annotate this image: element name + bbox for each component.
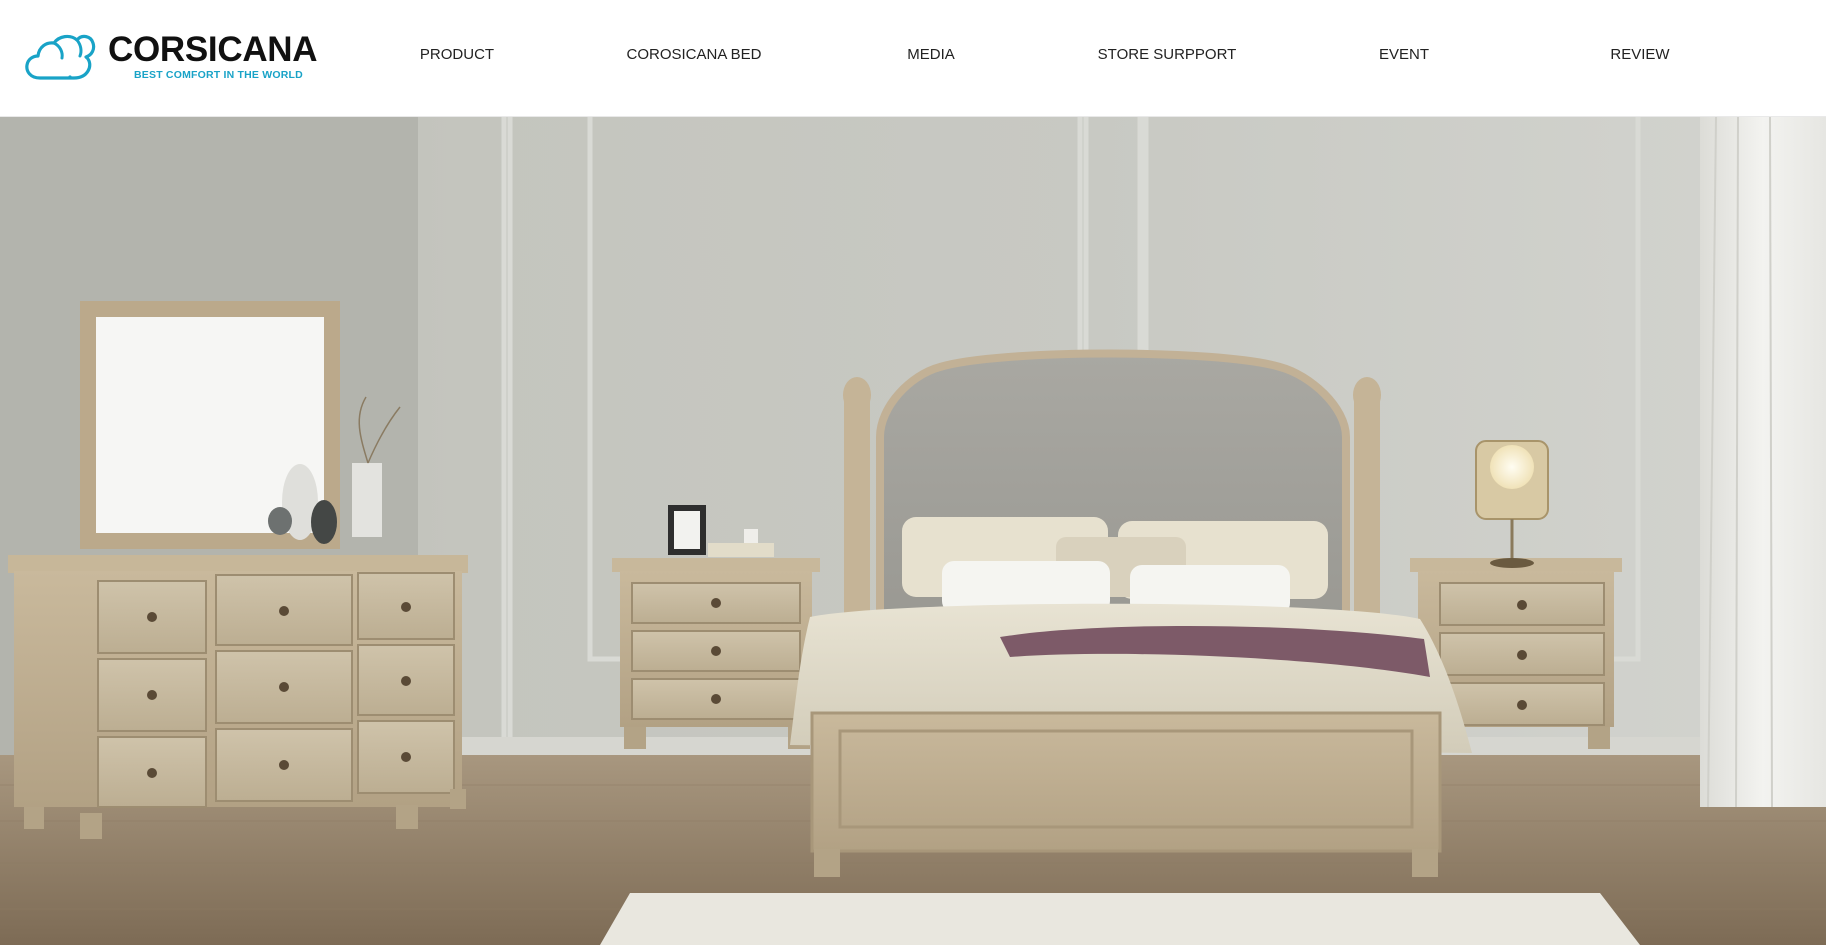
brand-logo[interactable]: CORSICANA BEST COMFORT IN THE WORLD <box>24 28 318 86</box>
brand-name: CORSICANA <box>108 30 318 69</box>
nav-item-product[interactable]: PRODUCT <box>420 46 494 64</box>
brand-tagline: BEST COMFORT IN THE WORLD <box>134 69 303 81</box>
nav-item-event[interactable]: EVENT <box>1379 46 1429 64</box>
site-header: CORSICANA BEST COMFORT IN THE WORLD PROD… <box>0 0 1826 117</box>
nav-item-review[interactable]: REVIEW <box>1610 46 1669 64</box>
nav-item-media[interactable]: MEDIA <box>907 46 955 64</box>
cloud-logo-icon <box>25 34 96 80</box>
nav-item-store-support[interactable]: STORE SURPPORT <box>1098 46 1237 64</box>
hero-image <box>0 117 1826 945</box>
hero-banner <box>0 117 1826 945</box>
nav-item-corsicana-bed[interactable]: COROSICANA BED <box>626 46 761 64</box>
